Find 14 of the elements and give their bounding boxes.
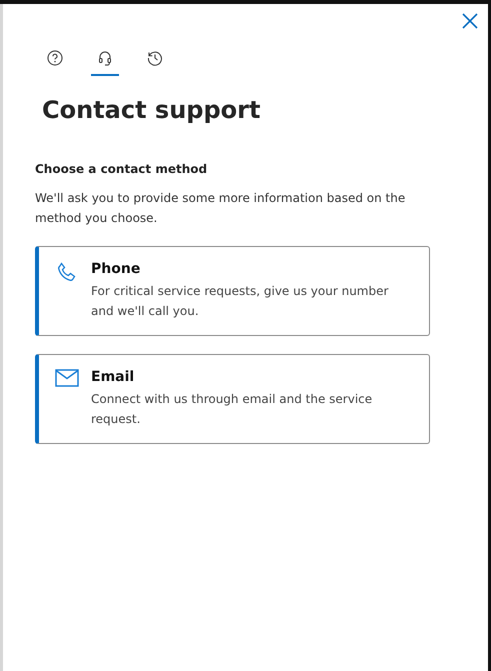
help-icon xyxy=(47,50,63,66)
envelope-icon xyxy=(55,369,79,387)
history-icon xyxy=(147,50,163,66)
panel-title: Contact support xyxy=(42,96,262,124)
option-description: For critical service requests, give us your number and we'll call you. xyxy=(91,283,390,320)
option-title: Email xyxy=(91,369,136,385)
option-description: Connect with us through email and the service request. xyxy=(91,391,374,428)
option-title: Phone xyxy=(91,261,142,277)
close-icon[interactable] xyxy=(462,13,478,29)
section-heading: Choose a contact method xyxy=(35,162,208,176)
section-description: We'll ask you to provide some more information based on the method you choose. xyxy=(35,190,406,227)
email-option[interactable]: Email Connect with us through email and the service request. xyxy=(35,354,430,444)
phone-option[interactable]: Phone For critical service requests, give us your number and we'll call you. xyxy=(35,246,430,336)
headset-icon xyxy=(97,50,113,66)
